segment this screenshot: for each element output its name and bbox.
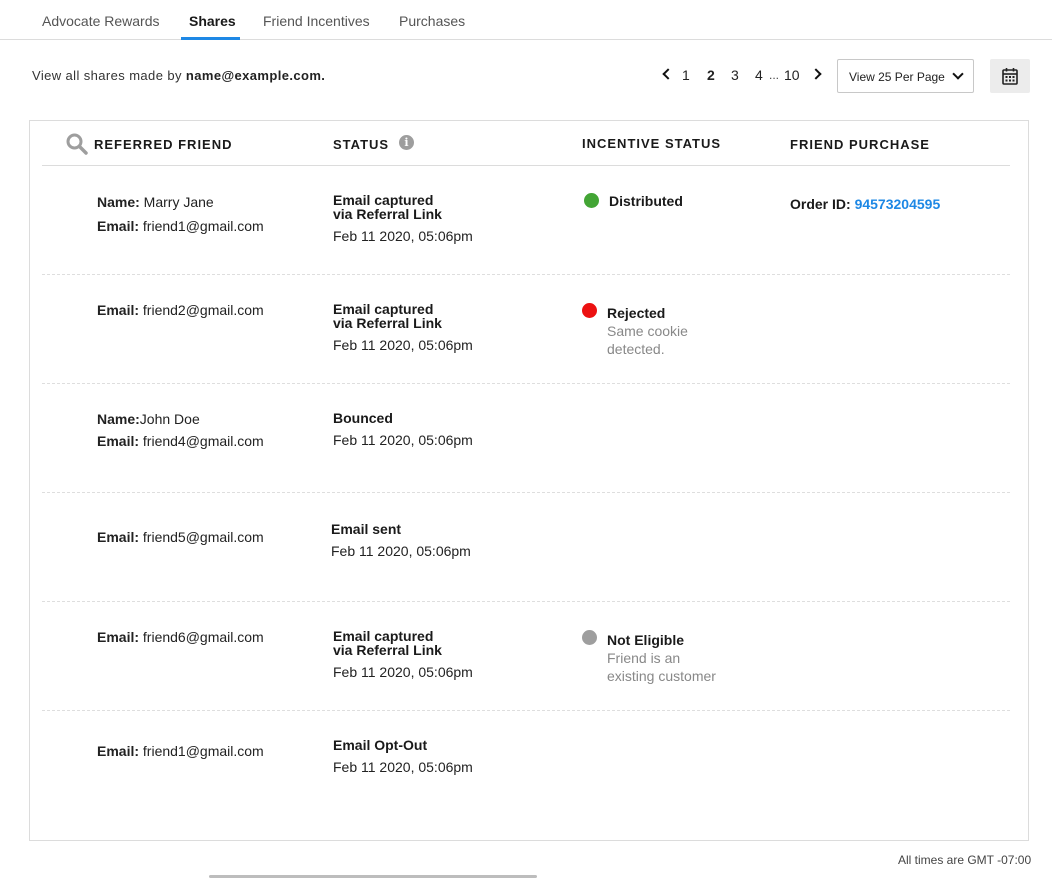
incentive-status: Distributed bbox=[609, 193, 683, 209]
status-dot-grey bbox=[582, 630, 597, 645]
status-dot-green bbox=[584, 193, 599, 208]
friend-email: Email: friend6@gmail.com bbox=[97, 629, 264, 645]
email-label: Email: bbox=[97, 218, 140, 234]
active-tab-indicator bbox=[181, 37, 240, 40]
calendar-icon bbox=[1002, 68, 1018, 85]
row-divider bbox=[42, 601, 1010, 602]
name-label: Name: bbox=[97, 194, 140, 210]
email-value: friend4@gmail.com bbox=[139, 433, 264, 449]
search-icon[interactable] bbox=[66, 133, 88, 155]
friend-email: Email: friend5@gmail.com bbox=[97, 529, 264, 545]
email-value: friend1@gmail.com bbox=[139, 218, 264, 234]
tab-advocate-rewards[interactable]: Advocate Rewards bbox=[42, 13, 160, 29]
incentive-status: Not Eligible bbox=[607, 632, 684, 648]
info-icon[interactable]: i bbox=[399, 135, 414, 150]
timezone-note: All times are GMT -07:00 bbox=[898, 853, 1032, 867]
per-page-value: View 25 Per Page bbox=[849, 70, 945, 84]
status-date: Feb 11 2020, 05:06pm bbox=[333, 759, 473, 775]
row-divider bbox=[42, 492, 1010, 493]
email-label: Email: bbox=[97, 433, 140, 449]
email-value: friend2@gmail.com bbox=[139, 302, 264, 318]
friend-name: Name:John Doe bbox=[97, 411, 200, 427]
advocate-email: name@example.com. bbox=[185, 68, 326, 83]
description-prefix: View all shares made by bbox=[32, 68, 186, 83]
name-value: John Doe bbox=[139, 411, 200, 427]
status-date: Feb 11 2020, 05:06pm bbox=[331, 543, 471, 559]
status-line-1: Bounced bbox=[333, 410, 393, 426]
incentive-status: Rejected bbox=[607, 305, 666, 321]
status-line-1: Email captured bbox=[333, 301, 434, 317]
per-page-select[interactable]: View 25 Per Page bbox=[837, 59, 974, 93]
email-label: Email: bbox=[97, 529, 140, 545]
incentive-note-line-1: Friend is an bbox=[607, 650, 681, 666]
incentive-note-line-2: existing customer bbox=[607, 668, 716, 684]
status-line-1: Email captured bbox=[333, 628, 434, 644]
date-filter-button[interactable] bbox=[990, 59, 1030, 93]
header-referred-friend: REFERRED FRIEND bbox=[94, 137, 233, 152]
previous-page-icon[interactable] bbox=[662, 68, 674, 80]
name-value: Marry Jane bbox=[139, 194, 214, 210]
status-line-1: Email sent bbox=[331, 521, 402, 537]
incentive-note-line-1: Same cookie bbox=[607, 323, 688, 339]
row-divider bbox=[42, 710, 1010, 711]
email-label: Email: bbox=[97, 743, 140, 759]
tab-shares[interactable]: Shares bbox=[189, 13, 236, 29]
tab-purchases[interactable]: Purchases bbox=[399, 13, 465, 29]
status-date: Feb 11 2020, 05:06pm bbox=[333, 228, 473, 244]
status-date: Feb 11 2020, 05:06pm bbox=[333, 432, 473, 448]
next-page-icon[interactable] bbox=[810, 68, 822, 80]
header-status: STATUS bbox=[333, 137, 390, 152]
friend-email: Email: friend4@gmail.com bbox=[97, 433, 264, 449]
shares-description: View all shares made by name@example.com… bbox=[32, 68, 325, 83]
row-divider bbox=[42, 274, 1010, 275]
status-date: Feb 11 2020, 05:06pm bbox=[333, 337, 473, 353]
friend-email: Email: friend2@gmail.com bbox=[97, 302, 264, 318]
tab-friend-incentives[interactable]: Friend Incentives bbox=[263, 13, 370, 29]
status-line-2: via Referral Link bbox=[333, 315, 442, 331]
page-ellipsis: ... bbox=[769, 68, 780, 82]
friend-email: Email: friend1@gmail.com bbox=[97, 743, 264, 759]
page-10[interactable]: 10 bbox=[784, 67, 800, 83]
order-id: Order ID: 94573204595 bbox=[790, 196, 940, 212]
page-3[interactable]: 3 bbox=[731, 67, 739, 83]
status-date: Feb 11 2020, 05:06pm bbox=[333, 664, 473, 680]
status-line-1: Email Opt-Out bbox=[333, 737, 428, 753]
page-2[interactable]: 2 bbox=[707, 67, 715, 83]
header-incentive-status: INCENTIVE STATUS bbox=[582, 136, 722, 151]
email-value: friend6@gmail.com bbox=[139, 629, 264, 645]
status-line-2: via Referral Link bbox=[333, 206, 442, 222]
friend-email: Email: friend1@gmail.com bbox=[97, 218, 264, 234]
email-label: Email: bbox=[97, 629, 140, 645]
email-label: Email: bbox=[97, 302, 140, 318]
order-id-label: Order ID: bbox=[790, 196, 851, 212]
tab-bar: Advocate Rewards Shares Friend Incentive… bbox=[0, 0, 1052, 40]
order-id-link[interactable]: 94573204595 bbox=[855, 196, 941, 212]
chevron-down-icon bbox=[952, 68, 964, 80]
incentive-note-line-2: detected. bbox=[607, 341, 665, 357]
header-friend-purchase: FRIEND PURCHASE bbox=[790, 137, 930, 152]
status-line-1: Email captured bbox=[333, 192, 434, 208]
email-value: friend5@gmail.com bbox=[139, 529, 264, 545]
status-dot-red bbox=[582, 303, 597, 318]
page-1[interactable]: 1 bbox=[682, 67, 690, 83]
status-line-2: via Referral Link bbox=[333, 642, 442, 658]
friend-name: Name: Marry Jane bbox=[97, 194, 214, 210]
shares-table: REFERRED FRIEND STATUS i INCENTIVE STATU… bbox=[29, 120, 1029, 841]
name-label: Name: bbox=[97, 411, 140, 427]
row-divider bbox=[42, 383, 1010, 384]
page-4[interactable]: 4 bbox=[755, 67, 763, 83]
email-value: friend1@gmail.com bbox=[139, 743, 264, 759]
header-divider bbox=[42, 165, 1010, 166]
